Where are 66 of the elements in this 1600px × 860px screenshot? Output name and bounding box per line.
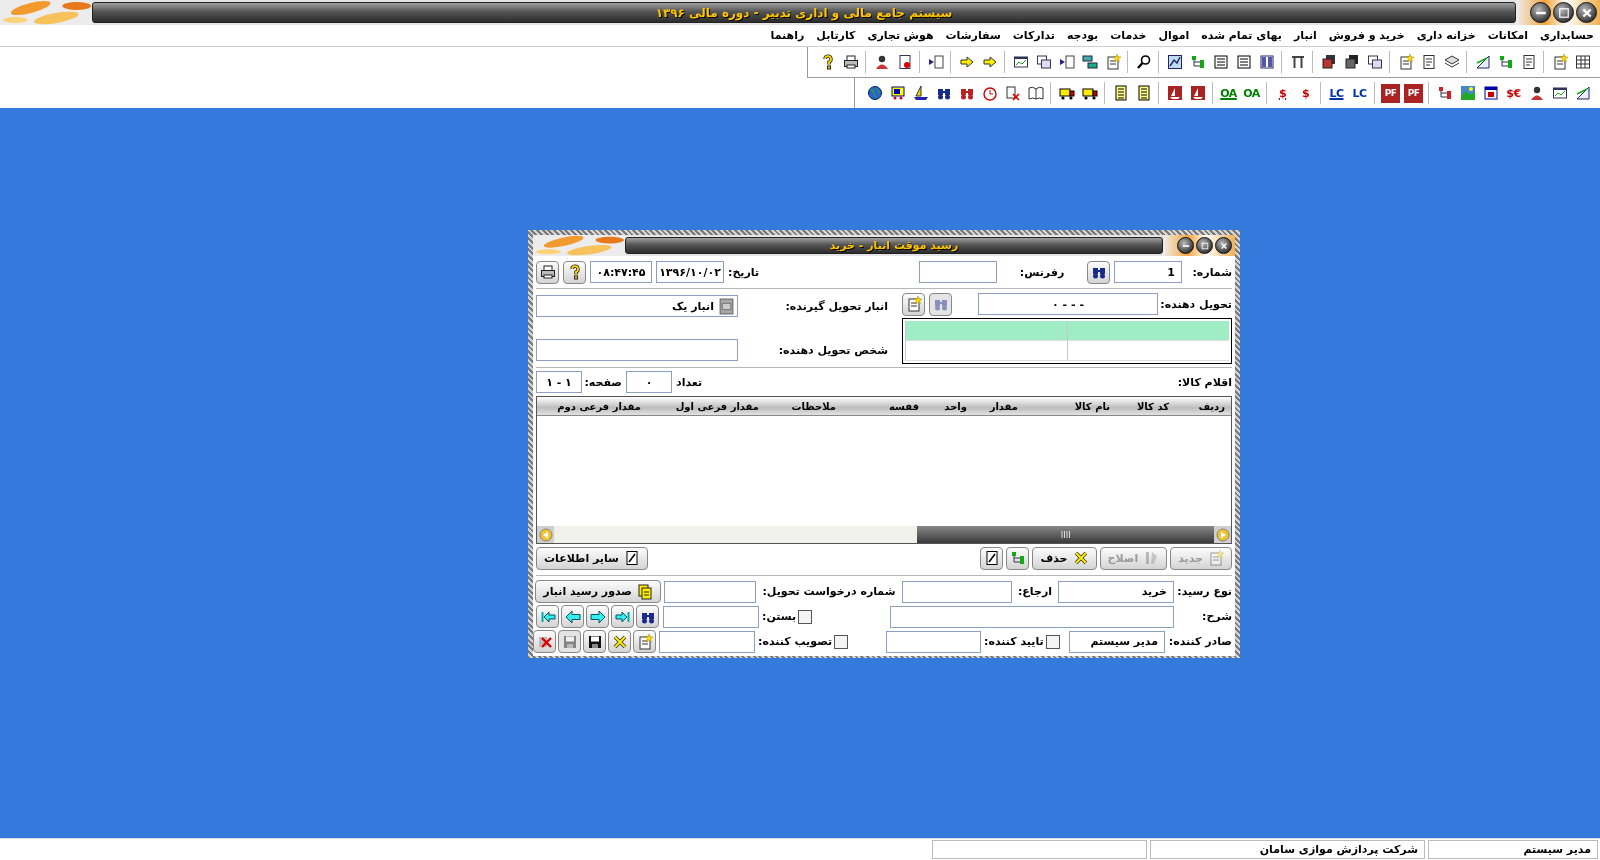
toolbar-button[interactable]: OA: [1240, 81, 1263, 105]
menu-item[interactable]: بهای تمام شده: [1201, 29, 1282, 42]
date-label: تاریخ:: [728, 265, 760, 279]
toolbar-button[interactable]: OA: [1217, 81, 1240, 105]
warehouse-field[interactable]: انبار یک: [536, 295, 738, 317]
person-label: شخص تحویل دهنده:: [778, 343, 888, 357]
column-header[interactable]: مقدار فرعی اول: [647, 397, 765, 415]
issuer-field[interactable]: مدیر سیستم: [1069, 630, 1165, 653]
menu-item[interactable]: اموال: [1158, 29, 1190, 42]
toolbar-button[interactable]: $€: [1502, 81, 1525, 105]
other-info-button[interactable]: سایر اطلاعات: [536, 546, 648, 570]
warehouse-label: انبار تحویل گیرنده:: [785, 299, 888, 313]
column-header[interactable]: کد کالا: [1116, 397, 1175, 415]
items-label: اقلام کالا:: [1177, 375, 1232, 389]
toolbar-button[interactable]: PF: [1381, 83, 1400, 103]
toolbar-button[interactable]: $: [1271, 81, 1294, 105]
close-label: بستن:: [762, 610, 797, 623]
time-field[interactable]: ۰۸:۴۷:۴۵: [590, 261, 652, 283]
toolbar-button[interactable]: $: [1294, 81, 1317, 105]
request-number-label: شماره درخواست تحویل:: [761, 585, 897, 598]
issuer-label: صادر کننده:: [1168, 635, 1232, 648]
menu-item[interactable]: خزانه داری: [1416, 29, 1476, 42]
deliverer-label: تحویل دهنده:: [1162, 297, 1232, 311]
column-header[interactable]: ملاحظات: [765, 397, 842, 415]
reference-label: رفرنس:: [1018, 265, 1066, 279]
warehouse-value: انبار یک: [671, 299, 714, 313]
column-header[interactable]: واحد: [925, 397, 973, 415]
deliverer-field[interactable]: ۰ - - -: [978, 293, 1158, 315]
column-header[interactable]: قفسه: [842, 397, 925, 415]
date-field[interactable]: ۱۳۹۶/۱۰/۰۲: [656, 261, 724, 283]
receipt-type-label: نوع رسید:: [1177, 585, 1232, 598]
menu-item[interactable]: سفارشات: [945, 29, 1001, 42]
toolbar-button[interactable]: LC: [1348, 81, 1371, 105]
menu-item[interactable]: بودجه: [1066, 29, 1099, 42]
status-pane: مدیر سیستم: [1428, 840, 1598, 859]
count-field[interactable]: ۰: [626, 371, 672, 393]
menu-item[interactable]: امکانات: [1487, 29, 1529, 42]
ratifier-label: تصویب کننده:: [758, 635, 833, 648]
column-header[interactable]: نام کالا: [1024, 397, 1116, 415]
column-header[interactable]: مقدار: [973, 397, 1024, 415]
toolbar-button[interactable]: PF: [1404, 83, 1423, 103]
issue-receipt-button[interactable]: صدور رسید انبار: [535, 580, 661, 603]
menu-item[interactable]: کارتابل: [816, 29, 856, 42]
menu-item[interactable]: خدمات: [1110, 29, 1147, 42]
menu-item[interactable]: راهنما: [770, 29, 805, 42]
column-header[interactable]: مقدار فرعی دوم: [537, 397, 647, 415]
description-label: شرح:: [1201, 610, 1232, 623]
status-pane: شرکت پردازش موازی سامان: [1150, 840, 1425, 859]
referral-label: ارجاع:: [1016, 585, 1054, 598]
number-field[interactable]: 1: [1114, 261, 1182, 283]
menu-item[interactable]: هوش تجاری: [867, 29, 934, 42]
approver-label: تایید کننده:: [984, 635, 1044, 648]
column-header[interactable]: ردیف: [1175, 397, 1231, 415]
window-title: سیستم جامع مالی و اداری تدبیر - دوره مالی ۱۳۹۶: [655, 5, 953, 20]
dialog-title: رسید موقت انبار - خرید: [829, 239, 959, 252]
receipt-type-field[interactable]: خرید: [1058, 580, 1174, 603]
page-label: صفحه:: [586, 375, 622, 389]
menu-item[interactable]: تدارکات: [1012, 29, 1055, 42]
page-field[interactable]: ۱ - ۱: [536, 371, 582, 393]
menu-item[interactable]: انبار: [1293, 29, 1317, 42]
menu-item[interactable]: خرید و فروش: [1328, 29, 1405, 42]
count-label: تعداد: [676, 375, 703, 389]
number-label: شماره:: [1191, 265, 1232, 279]
menu-item[interactable]: حسابداری: [1540, 29, 1594, 42]
toolbar-button[interactable]: LC: [1325, 81, 1348, 105]
delete-button[interactable]: حذف: [1032, 546, 1097, 570]
